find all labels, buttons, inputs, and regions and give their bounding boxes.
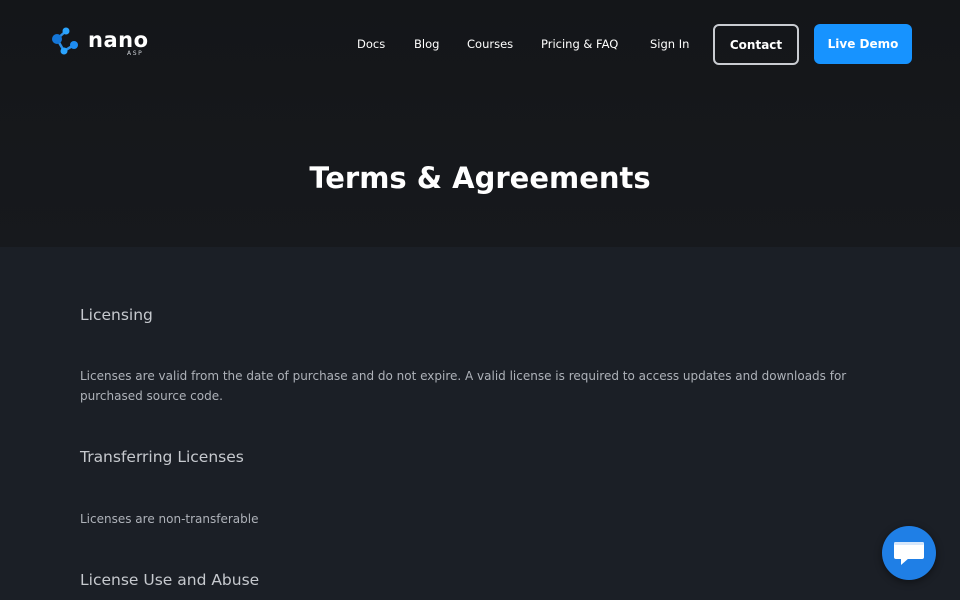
section-body-licensing: Licenses are valid from the date of purc…: [80, 369, 847, 403]
brand-name: nano: [88, 28, 149, 52]
chat-bubble-icon: [894, 542, 924, 565]
chat-button[interactable]: [882, 526, 936, 580]
brand-logo[interactable]: nano ASP: [48, 25, 158, 61]
section-heading-licensing: Licensing: [80, 306, 153, 324]
nano-logo-icon: [52, 27, 78, 55]
brand-subtitle: ASP: [127, 50, 144, 57]
page-title: Terms & Agreements: [309, 161, 651, 195]
terms-content: Licensing Licenses are valid from the da…: [0, 247, 960, 600]
nav-docs[interactable]: Docs: [357, 35, 385, 53]
nav-pricing-faq[interactable]: Pricing & FAQ: [541, 35, 618, 53]
nav-courses[interactable]: Courses: [467, 35, 513, 53]
contact-button[interactable]: Contact: [713, 24, 799, 65]
section-heading-license-use: License Use and Abuse: [80, 571, 260, 589]
nav-blog[interactable]: Blog: [414, 35, 439, 53]
section-body-transferring: Licenses are non-transferable: [80, 512, 259, 526]
nav-sign-in[interactable]: Sign In: [650, 35, 689, 53]
hero-banner: nano ASP Docs Blog Courses Pricing & FAQ…: [0, 0, 960, 247]
section-heading-transferring: Transferring Licenses: [80, 448, 244, 466]
live-demo-button[interactable]: Live Demo: [814, 24, 912, 64]
